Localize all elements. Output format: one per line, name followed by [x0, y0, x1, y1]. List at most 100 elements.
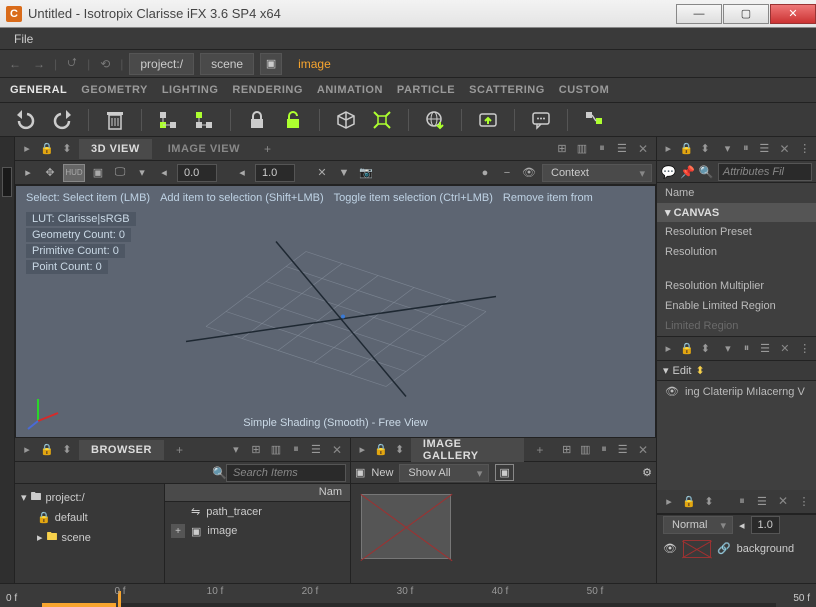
crumb-project[interactable]: project:/	[129, 53, 194, 75]
vt-toggle-icon[interactable]: ▸	[19, 164, 37, 182]
gallery-filter-dropdown[interactable]: Show All	[399, 464, 489, 482]
layout-dd-icon[interactable]: ▾	[720, 141, 734, 157]
link-icon[interactable]: ⬍	[698, 141, 712, 157]
panel-close-icon[interactable]: ✕	[774, 494, 792, 508]
lock-icon[interactable]: 🔒	[681, 493, 697, 509]
close-button[interactable]: ✕	[770, 4, 816, 24]
chat-icon[interactable]: 💬	[661, 165, 676, 179]
edit-icon[interactable]: ⬍	[696, 364, 705, 377]
panel-close-icon[interactable]: ✕	[776, 342, 793, 355]
menu-icon[interactable]: ⋮	[798, 141, 812, 157]
layout-grid-icon[interactable]: ⊞	[248, 442, 264, 458]
layout-stack-icon[interactable]: ☰	[614, 141, 630, 157]
collapse-icon[interactable]: ▸	[19, 141, 35, 157]
nav-fwd-icon[interactable]: →	[30, 55, 48, 73]
undo-icon[interactable]	[12, 106, 40, 134]
vt-dropdown-icon[interactable]: ▾	[133, 164, 151, 182]
section-canvas[interactable]: CANVAS	[657, 203, 816, 222]
lock-open-icon[interactable]	[279, 106, 307, 134]
tree-scene[interactable]: ▸ 🖿 scene	[17, 526, 162, 549]
list-header-name[interactable]: Nam	[165, 484, 350, 502]
add-button[interactable]: +	[171, 524, 185, 538]
tab-lighting[interactable]: LIGHTING	[162, 84, 219, 96]
pos-field[interactable]: 0.0	[177, 164, 217, 182]
vt-monitor-icon[interactable]: 🖵	[111, 164, 129, 182]
layout-col-icon[interactable]: ▥	[578, 442, 593, 458]
lock-icon[interactable]: 🔒	[39, 141, 55, 157]
link-icon[interactable]: 🔗	[717, 542, 731, 555]
layer-row[interactable]: 👁 🔗 background	[657, 536, 816, 562]
vt-eye-icon[interactable]: 👁	[520, 164, 538, 182]
slider-prev-icon[interactable]: ◂	[739, 519, 745, 532]
attr-resolution[interactable]: Resolution	[657, 242, 816, 262]
link-icon[interactable]: ⬍	[59, 442, 75, 458]
link-icon[interactable]: ⬍	[59, 141, 75, 157]
vt-minus-icon[interactable]: −	[498, 164, 516, 182]
vt-move-icon[interactable]: ✥	[41, 164, 59, 182]
vt-frame-icon[interactable]: ▣	[89, 164, 107, 182]
layout-dd-icon[interactable]: ▾	[228, 442, 244, 458]
vt-tools-icon[interactable]: ✕	[313, 164, 331, 182]
tab-general[interactable]: GENERAL	[10, 84, 67, 96]
attr-res-mult[interactable]: Resolution Multiplier	[657, 276, 816, 296]
redo-icon[interactable]	[48, 106, 76, 134]
layout-grid-icon[interactable]: ⊞	[559, 442, 574, 458]
panel-close-icon[interactable]: ✕	[776, 142, 794, 156]
zoom-field[interactable]: 1.0	[255, 164, 295, 182]
vt-camera-icon[interactable]: 📷	[357, 164, 375, 182]
vt-prev-icon[interactable]: ◂	[155, 164, 173, 182]
attr-body[interactable]: Name CANVAS Resolution Preset Resolution…	[657, 183, 816, 336]
group-a-icon[interactable]	[154, 106, 182, 134]
layout-stack-icon[interactable]: ☰	[754, 493, 770, 509]
nodes-icon[interactable]	[580, 106, 608, 134]
blend-mode-dropdown[interactable]: Normal	[663, 516, 733, 534]
layout-pause-icon[interactable]: ⏸	[739, 141, 753, 157]
search-input[interactable]: Search Items	[226, 464, 346, 482]
menu-icon[interactable]: ⋮	[798, 341, 813, 357]
tab-scattering[interactable]: SCATTERING	[469, 84, 545, 96]
add-tab-button[interactable]: +	[256, 138, 279, 160]
nav-back-icon[interactable]: ←	[6, 55, 24, 73]
chevron-down-icon[interactable]: ▾	[663, 364, 669, 377]
tree-default[interactable]: 🔒 default	[17, 509, 162, 526]
import-icon[interactable]	[474, 106, 502, 134]
vt-prev2-icon[interactable]: ◂	[233, 164, 251, 182]
tab-3d-view[interactable]: 3D VIEW	[79, 139, 152, 159]
crumb-image-icon[interactable]: ▣	[260, 53, 282, 75]
new-button[interactable]: New	[371, 467, 393, 479]
snapshot-icon[interactable]: ▣	[355, 466, 365, 479]
layout-pause-icon[interactable]: ⏸	[288, 442, 304, 458]
attr-res-preset[interactable]: Resolution Preset	[657, 222, 816, 242]
globe-download-icon[interactable]	[421, 106, 449, 134]
tree-project[interactable]: ▾ 🖿 project:/	[17, 486, 162, 509]
lock-closed-icon[interactable]	[243, 106, 271, 134]
opacity-field[interactable]: 1.0	[751, 516, 780, 534]
eye-icon[interactable]: 👁	[665, 385, 679, 398]
lock-icon[interactable]: 🔒	[679, 141, 693, 157]
nav-refresh-icon[interactable]: ⟲	[96, 55, 114, 73]
tab-browser[interactable]: BROWSER	[79, 440, 164, 460]
gutter-handle[interactable]	[2, 167, 12, 197]
lock-icon[interactable]: 🔒	[39, 442, 55, 458]
link-icon[interactable]: ⬍	[698, 341, 713, 357]
nav-up-icon[interactable]: ⮍	[63, 55, 81, 73]
tab-image-view[interactable]: IMAGE VIEW	[156, 139, 252, 159]
layout-stack-icon[interactable]: ☰	[615, 442, 630, 458]
group-b-icon[interactable]	[190, 106, 218, 134]
list-item[interactable]: ⇋ path_tracer	[165, 502, 350, 521]
add-tab-button[interactable]: +	[528, 439, 551, 461]
maximize-button[interactable]: ▢	[723, 4, 769, 24]
panel-close-icon[interactable]: ✕	[328, 443, 346, 457]
tab-particle[interactable]: PARTICLE	[397, 84, 455, 96]
collapse-icon[interactable]: ▸	[355, 442, 370, 458]
gear-icon[interactable]: ⚙	[642, 466, 652, 479]
collapse-icon[interactable]: ▸	[661, 493, 677, 509]
viewport-3d[interactable]: Select: Select item (LMB) Add item to se…	[15, 185, 656, 438]
layout-pause-icon[interactable]: ⏸	[734, 493, 750, 509]
expand-icon[interactable]	[368, 106, 396, 134]
browser-tree[interactable]: ▾ 🖿 project:/ 🔒 default ▸ 🖿 scene	[15, 484, 165, 583]
attr-search-input[interactable]: Attributes Fil	[718, 163, 812, 181]
layout-stack-icon[interactable]: ☰	[758, 341, 773, 357]
layout-stack-icon[interactable]: ☰	[757, 141, 771, 157]
layout-col-icon[interactable]: ▥	[574, 141, 590, 157]
